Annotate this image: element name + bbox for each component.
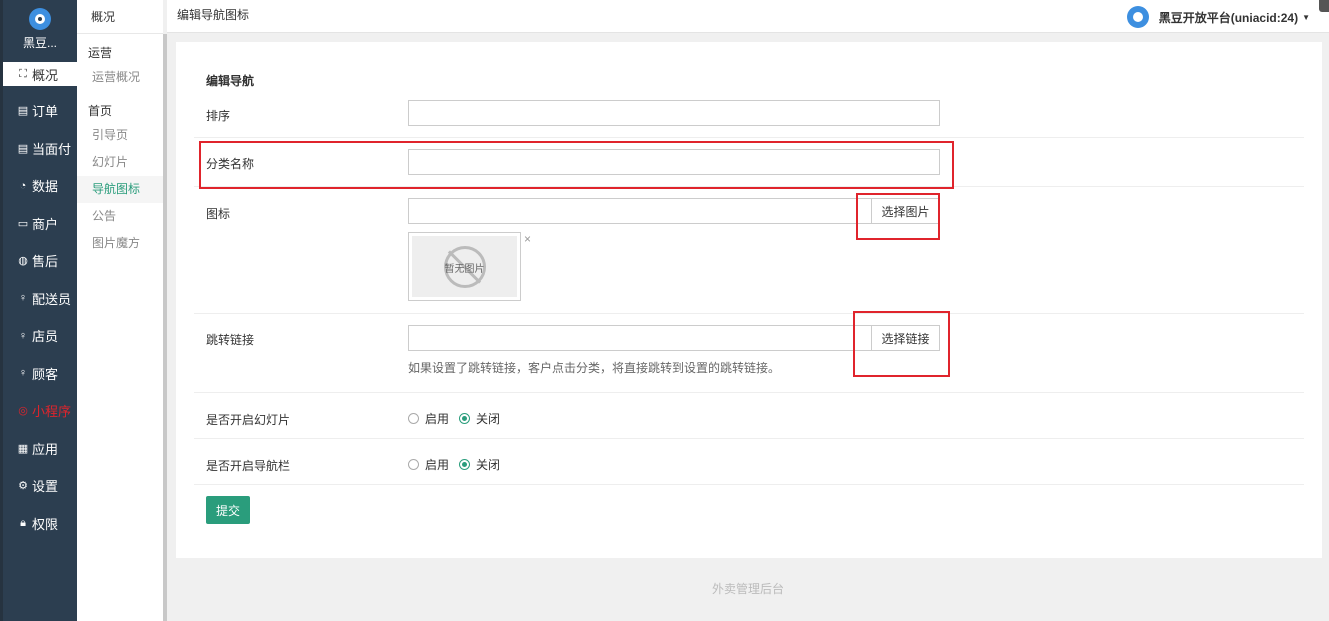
section-title: 编辑导航	[206, 74, 255, 88]
navbar-enable-radio[interactable]	[408, 459, 419, 470]
nav-item-label: 订单	[32, 104, 59, 120]
nav-item-label: 设置	[32, 479, 59, 495]
nav-item-label: 当面付	[32, 141, 72, 157]
miniapp-icon: ◎	[18, 405, 28, 418]
nav-item-label: 概况	[32, 67, 59, 83]
user-menu[interactable]: 黑豆开放平台(uniacid:24) ▼	[1126, 6, 1310, 28]
icon-path-input[interactable]	[408, 198, 872, 224]
aftersale-icon: ◍	[18, 255, 28, 268]
slideshow-disable-label[interactable]: 关闭	[476, 410, 500, 427]
sub-nav-group: 首页	[88, 104, 113, 118]
dashboard-icon: ⛶	[19, 67, 27, 80]
icon-preview: 暂无图片	[408, 232, 521, 301]
lock-icon: 🔒︎	[20, 516, 26, 529]
slideshow-enable-radio[interactable]	[408, 413, 419, 424]
nav-item-label: 应用	[32, 441, 59, 457]
navbar-enable-label[interactable]: 启用	[425, 456, 449, 473]
nav-item-label: 配送员	[32, 291, 72, 307]
nav-item-label: 数据	[32, 179, 59, 195]
apps-icon: ▦	[17, 442, 29, 455]
nav-item-pay[interactable]: ▤ 当面付	[3, 130, 77, 168]
nav-item-apps[interactable]: ▦ 应用	[3, 430, 77, 468]
page-title: 编辑导航图标	[177, 8, 250, 22]
caret-down-icon: ▼	[1302, 12, 1310, 22]
navbar-disable-label[interactable]: 关闭	[476, 456, 500, 473]
nav-item-dashboard[interactable]: ⛶ 概况	[3, 62, 77, 86]
navbar-label: 是否开启导航栏	[206, 459, 291, 473]
edit-nav-form: 编辑导航 排序 分类名称 图标 选择图片 暂无图片 × 跳转链接 选择链接 如果…	[176, 42, 1322, 558]
sub-nav-item[interactable]: 幻灯片	[77, 149, 163, 176]
nav-item-shop[interactable]: ▭ 商户	[3, 205, 77, 243]
highlight-box-category	[199, 141, 954, 189]
user-name: 黑豆开放平台(uniacid:24)	[1158, 10, 1299, 25]
brand-logo-icon	[29, 8, 51, 30]
sort-label: 排序	[206, 109, 231, 123]
sort-input[interactable]	[408, 100, 940, 126]
nav-item-label: 商户	[32, 216, 59, 232]
main-nav: ⛶ 概况 ▤ 订单 ▤ 当面付 ◔ 数据 ▭ 商户 ◍ 售后 ♀ 配送员 ♀ 店员 ♀ 顾客 ◎ 小程序 ▦ 应用 ⚙ 设置 🔒…	[3, 62, 77, 542]
nav-item-label: 店员	[32, 329, 59, 345]
no-image-text: 暂无图片	[444, 264, 485, 275]
shop-icon: ▭	[17, 217, 29, 230]
sub-nav-item[interactable]: 导航图标	[77, 176, 163, 203]
slideshow-enable-label[interactable]: 启用	[425, 410, 449, 427]
navbar-radio-group: 启用 关闭	[408, 456, 510, 473]
link-label: 跳转链接	[206, 333, 255, 347]
submit-button[interactable]: 提交	[206, 496, 250, 524]
data-icon: ◔	[19, 179, 27, 192]
slideshow-radio-group: 启用 关闭	[408, 410, 510, 427]
nav-item-data[interactable]: ◔ 数据	[3, 167, 77, 205]
slideshow-row: 是否开启幻灯片 启用 关闭	[194, 393, 1304, 439]
link-help-text: 如果设置了跳转链接，客户点击分类，将直接跳转到设置的跳转链接。	[408, 361, 781, 375]
highlight-box-select-image	[856, 193, 940, 240]
nav-item-courier[interactable]: ♀ 配送员	[3, 280, 77, 318]
courier-icon: ♀	[18, 292, 28, 305]
nav-item-miniapp[interactable]: ◎ 小程序	[3, 392, 77, 430]
nav-item-aftersale[interactable]: ◍ 售后	[3, 242, 77, 280]
icon-label: 图标	[206, 207, 231, 221]
top-header: 编辑导航图标 黑豆开放平台(uniacid:24) ▼	[167, 0, 1329, 33]
nav-item-lock[interactable]: 🔒︎ 权限	[3, 505, 77, 543]
order-icon: ▤	[17, 105, 29, 118]
nav-item-label: 售后	[32, 254, 59, 270]
link-row: 跳转链接 选择链接 如果设置了跳转链接，客户点击分类，将直接跳转到设置的跳转链接…	[194, 314, 1304, 393]
footer-text: 外卖管理后台	[711, 582, 784, 596]
nav-item-settings[interactable]: ⚙ 设置	[3, 467, 77, 505]
nav-item-clerk[interactable]: ♀ 店员	[3, 317, 77, 355]
user-avatar-icon	[1126, 6, 1149, 28]
sub-nav-item[interactable]: 引导页	[77, 122, 163, 149]
clerk-icon: ♀	[18, 329, 28, 342]
pay-icon: ▤	[17, 142, 29, 155]
sub-nav-item[interactable]: 图片魔方	[77, 230, 163, 257]
customer-icon: ♀	[18, 367, 28, 380]
brand[interactable]: 黑豆...	[3, 0, 77, 60]
nav-item-customer[interactable]: ♀ 顾客	[3, 355, 77, 393]
settings-icon: ⚙	[18, 480, 28, 493]
highlight-box-select-link	[853, 311, 950, 377]
remove-image-icon[interactable]: ×	[524, 232, 531, 246]
sub-nav-item[interactable]: 公告	[77, 203, 163, 230]
sub-sidebar-scrollbar[interactable]	[163, 34, 167, 621]
nav-item-label: 权限	[32, 516, 59, 532]
sort-row: 排序	[194, 94, 1304, 138]
nav-item-label: 顾客	[32, 366, 59, 382]
sub-nav-group: 运营	[88, 46, 113, 60]
icon-row: 图标 选择图片 暂无图片 ×	[194, 187, 1304, 314]
navbar-row: 是否开启导航栏 启用 关闭	[194, 439, 1304, 485]
brand-name: 黑豆...	[22, 36, 57, 50]
link-input[interactable]	[408, 325, 872, 351]
sub-sidebar: 概况 运营运营概况首页引导页 幻灯片 导航图标 公告 图片魔方	[77, 0, 163, 621]
slideshow-disable-radio[interactable]	[459, 413, 471, 424]
main-sidebar: 黑豆... ⛶ 概况 ▤ 订单 ▤ 当面付 ◔ 数据 ▭ 商户 ◍ 售后 ♀ 配送员 ♀ 店员 ♀ 顾客 ◎ 小程序 ▦…	[0, 0, 77, 621]
navbar-disable-radio[interactable]	[459, 459, 471, 470]
nav-item-order[interactable]: ▤ 订单	[3, 92, 77, 130]
sub-nav-item[interactable]: 运营概况	[77, 64, 163, 91]
sub-sidebar-title: 概况	[77, 0, 163, 34]
sub-nav: 运营运营概况首页引导页 幻灯片 导航图标 公告 图片魔方	[77, 45, 163, 257]
nav-item-label: 小程序	[32, 404, 72, 420]
slideshow-label: 是否开启幻灯片	[206, 413, 291, 427]
corner-widget-icon[interactable]	[1319, 0, 1329, 12]
